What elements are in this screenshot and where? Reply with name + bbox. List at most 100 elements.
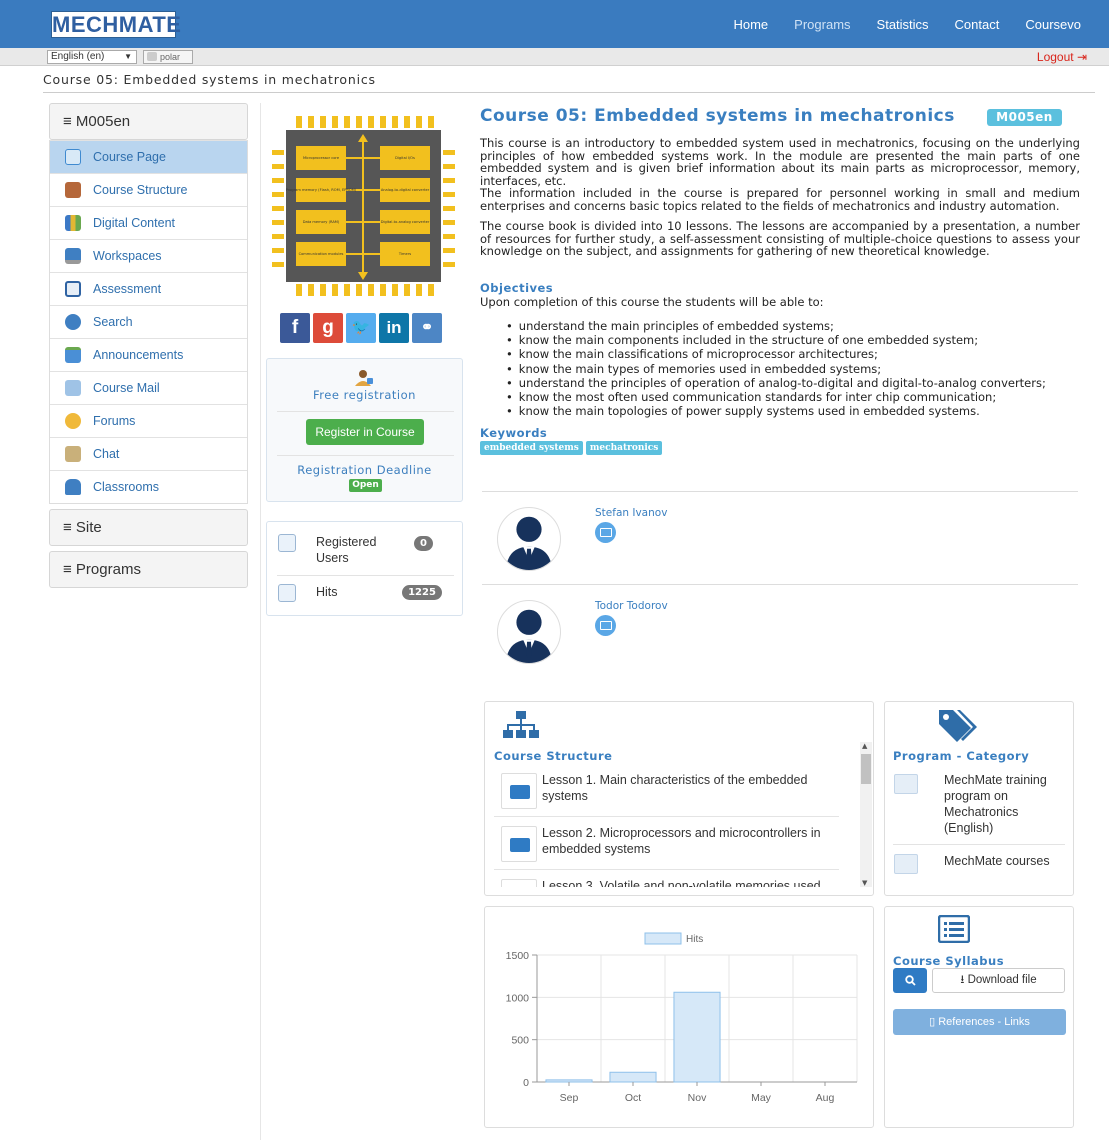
sidebar-item-course-page[interactable]: Course Page — [50, 140, 247, 173]
sub-bar: English (en) ▼ polar Logout ⇥ — [0, 48, 1109, 66]
teacher-name[interactable]: Todor Todorov — [595, 600, 668, 612]
chip-block-label: Communication modules — [299, 252, 344, 256]
folder-icon — [501, 826, 537, 862]
nav-programs[interactable]: Programs — [794, 17, 850, 32]
hits-count-badge: 1225 — [402, 585, 442, 600]
chip-block-label: Data memory (RAM) — [303, 220, 340, 224]
objective-item: know the main components included in the… — [506, 333, 1046, 347]
sidebar-item-announcements[interactable]: Announcements — [50, 338, 247, 371]
course-panel-toggle[interactable]: ≡ M005en — [49, 103, 248, 140]
sidebar-item-course-structure[interactable]: Course Structure — [50, 173, 247, 206]
view-syllabus-button[interactable] — [893, 968, 927, 993]
teacher-name[interactable]: Stefan Ivanov — [595, 507, 667, 519]
column-divider — [260, 103, 261, 1140]
category-item[interactable]: MechMate training program on Mechatronic… — [944, 772, 1066, 836]
nav-statistics[interactable]: Statistics — [877, 17, 929, 32]
nav-contact[interactable]: Contact — [955, 17, 1000, 32]
keyword-tags: embedded systems mechatronics — [480, 441, 663, 455]
sidebar-item-search[interactable]: Search — [50, 305, 247, 338]
keyword-tag[interactable]: mechatronics — [585, 441, 663, 455]
nav-home[interactable]: Home — [733, 17, 768, 32]
scroll-up-icon[interactable]: ▲ — [862, 742, 867, 750]
language-select[interactable]: English (en) ▼ — [47, 50, 137, 64]
teacher-card: Stefan Ivanov — [497, 507, 747, 573]
references-links-button[interactable]: ▯ References - Links — [893, 1009, 1066, 1035]
lesson-title: Lesson 2. Microprocessors and microcontr… — [542, 826, 821, 856]
sidebar-item-assessment[interactable]: Assessment — [50, 272, 247, 305]
twitter-icon[interactable]: 🐦 — [346, 313, 376, 343]
users-icon — [278, 534, 296, 552]
sidebar-item-chat[interactable]: Chat — [50, 437, 247, 470]
divider — [277, 411, 454, 412]
mail-icon[interactable] — [595, 615, 616, 636]
logout-label: Logout — [1036, 50, 1074, 64]
list-item[interactable]: Lesson 1. Main characteristics of the em… — [494, 765, 839, 817]
legend-swatch — [644, 932, 682, 945]
objective-item: understand the main principles of embedd… — [506, 319, 1046, 333]
course-description-text: This course is an introductory to embedd… — [480, 137, 1080, 258]
chip-block-label: Program memory (Flash, ROM, EPROM) — [286, 188, 357, 192]
sidebar-item-label: Course Page — [93, 150, 166, 164]
search-icon — [905, 975, 916, 986]
link-icon[interactable]: ⚭ — [412, 313, 442, 343]
folder-icon — [501, 773, 537, 809]
mail-icon — [65, 380, 81, 396]
sidebar-item-label: Workspaces — [93, 249, 162, 263]
objective-item: know the main types of memories used in … — [506, 362, 1046, 376]
bar — [673, 991, 721, 1083]
forums-icon — [65, 413, 81, 429]
logout-link[interactable]: Logout ⇥ — [1037, 50, 1087, 64]
user-add-icon — [355, 370, 373, 386]
stat-label: Registered Users — [316, 535, 377, 565]
list-item[interactable]: Lesson 2. Microprocessors and microcontr… — [494, 818, 839, 870]
facebook-icon[interactable]: f — [280, 313, 310, 343]
y-tick-label: 1000 — [506, 992, 530, 1004]
keyword-tag[interactable]: embedded systems — [480, 441, 583, 455]
course-page-icon — [65, 149, 81, 165]
course-menu: Course Page Course Structure Digital Con… — [49, 140, 248, 504]
chip-block-label: Microprocessor core — [303, 156, 340, 160]
mail-icon[interactable] — [595, 522, 616, 543]
objective-item: understand the principles of operation o… — [506, 376, 1046, 390]
scroll-down-icon[interactable]: ▼ — [862, 879, 867, 887]
sidebar-item-label: Assessment — [93, 282, 162, 296]
deadline-status-badge: Open — [349, 479, 382, 492]
references-label: References - Links — [938, 1016, 1030, 1028]
download-file-button[interactable]: ⭳ Download file — [932, 968, 1065, 993]
brand-logo[interactable]: MECHMATE — [51, 11, 181, 38]
scroll-thumb[interactable] — [861, 754, 871, 784]
google-plus-icon[interactable]: g — [313, 313, 343, 343]
x-tick-label: Aug — [816, 1092, 835, 1104]
download-label: Download file — [967, 974, 1037, 986]
sidebar-item-workspaces[interactable]: Workspaces — [50, 239, 247, 272]
divider — [482, 491, 1078, 492]
linkedin-icon[interactable]: in — [379, 313, 409, 343]
top-navbar: MECHMATE Home Programs Statistics Contac… — [0, 0, 1109, 48]
site-panel-toggle[interactable]: ≡ Site — [49, 509, 248, 546]
sidebar-item-forums[interactable]: Forums — [50, 404, 247, 437]
scrollbar[interactable]: ▲ ▼ — [860, 742, 872, 887]
sidebar-item-label: Digital Content — [93, 216, 175, 230]
bookmark-icon: ▯ — [929, 1016, 936, 1028]
course-stats-panel: Registered Users 0 Hits 1225 — [266, 521, 463, 616]
list-item[interactable]: Lesson 3. Volatile and non-volatile memo… — [494, 871, 839, 887]
theme-label: polar — [160, 52, 181, 62]
lesson-list: Lesson 1. Main characteristics of the em… — [485, 765, 859, 887]
sidebar-item-course-mail[interactable]: Course Mail — [50, 371, 247, 404]
sidebar-item-label: Forums — [93, 414, 136, 428]
sidebar-item-classrooms[interactable]: Classrooms — [50, 470, 247, 503]
y-tick-label: 1500 — [506, 950, 530, 962]
chip-block-label: Digital I/Os — [395, 156, 415, 160]
course-structure-title: Course Structure — [494, 749, 613, 763]
course-description: Course 05: Embedded systems in mechatron… — [480, 106, 1080, 455]
sidebar-item-digital-content[interactable]: Digital Content — [50, 206, 247, 239]
digital-content-icon — [65, 215, 81, 231]
register-course-button[interactable]: Register in Course — [306, 419, 424, 445]
course-code-badge: M005en — [987, 109, 1062, 126]
hits-chart-panel: Hits 0 500 1000 1500 Sep Oct Nov May Aug — [484, 906, 874, 1128]
category-item[interactable]: MechMate courses — [944, 853, 1066, 869]
lesson-title: Lesson 3. Volatile and non-volatile memo… — [542, 879, 821, 887]
nav-coursevo[interactable]: Coursevo — [1025, 17, 1081, 32]
theme-button[interactable]: polar — [143, 50, 193, 64]
programs-panel-toggle[interactable]: ≡ Programs — [49, 551, 248, 588]
